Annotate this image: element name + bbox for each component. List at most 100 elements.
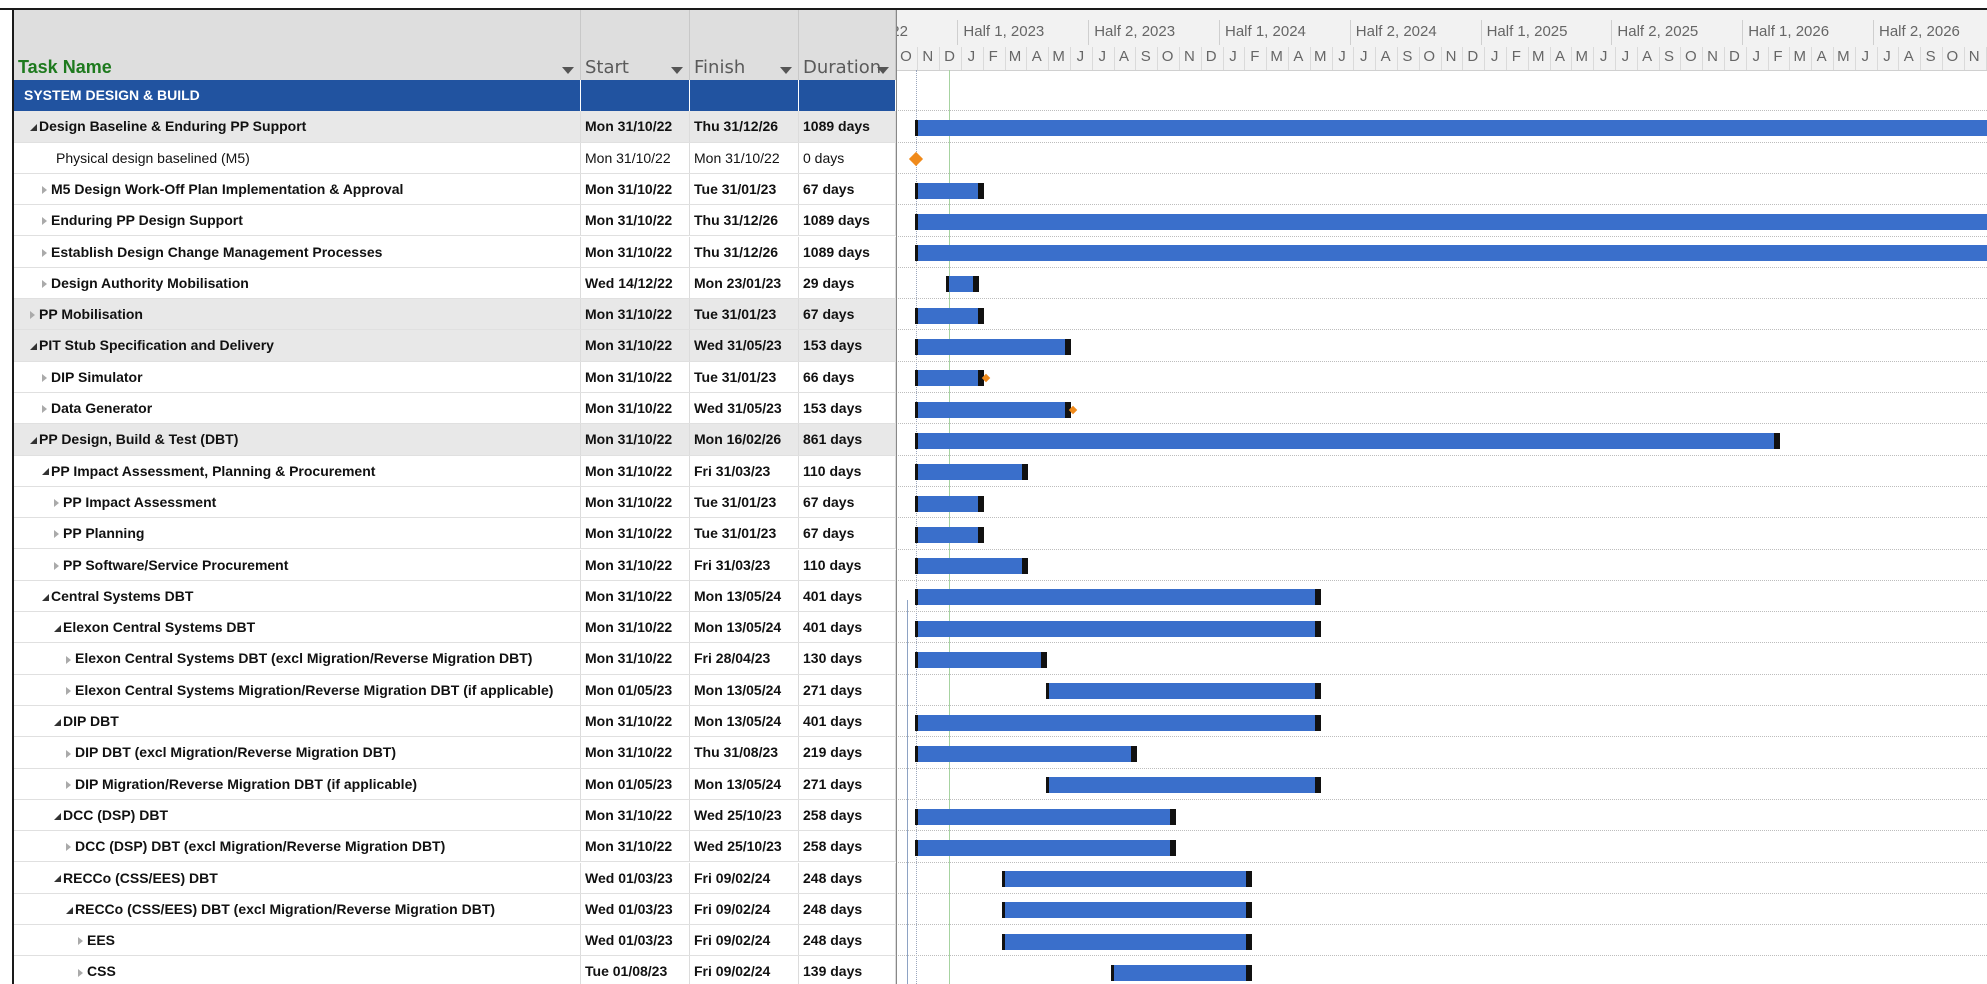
finish-date-cell[interactable]: Wed 31/05/23 (690, 393, 799, 424)
duration-cell[interactable]: 248 days (799, 925, 896, 956)
expand-triangle-icon[interactable] (42, 280, 47, 289)
start-date-cell[interactable]: Mon 31/10/22 (581, 486, 690, 518)
gantt-task-bar[interactable] (915, 558, 1025, 575)
task-name-cell[interactable]: DIP Simulator (14, 361, 581, 392)
gantt-task-bar[interactable] (947, 276, 976, 293)
table-row[interactable]: SYSTEM DESIGN & BUILD (14, 80, 896, 112)
duration-cell[interactable]: 66 days (799, 361, 896, 392)
task-name-cell[interactable]: Design Baseline & Enduring PP Support (14, 111, 581, 142)
finish-date-cell[interactable]: Wed 31/05/23 (690, 330, 799, 361)
start-date-cell[interactable]: Wed 14/12/22 (581, 267, 690, 299)
task-name-cell[interactable]: PP Mobilisation (14, 299, 581, 330)
finish-date-cell[interactable]: Mon 31/10/22 (690, 142, 799, 173)
start-date-cell[interactable]: Mon 31/10/22 (581, 580, 690, 612)
gantt-task-bar[interactable] (915, 526, 982, 543)
gantt-task-bar[interactable] (915, 808, 1174, 825)
finish-date-cell[interactable]: Tue 31/01/23 (690, 518, 799, 549)
start-date-cell[interactable]: Wed 01/03/23 (581, 893, 690, 925)
start-date-cell[interactable]: Mon 31/10/22 (581, 643, 690, 674)
table-row[interactable]: Design Authority Mobilisation Wed 14/12/2… (14, 267, 896, 300)
column-header-finish[interactable]: Finish (690, 10, 799, 80)
table-row[interactable]: Physical design baselined (M5) Mon 31/10/… (14, 142, 896, 174)
duration-cell[interactable]: 401 days (799, 612, 896, 643)
start-date-cell[interactable]: Mon 31/10/22 (581, 799, 690, 831)
task-name-cell[interactable]: Establish Design Change Management Proce… (14, 236, 581, 267)
gantt-task-bar[interactable] (915, 119, 1987, 136)
gantt-task-bar[interactable] (915, 182, 982, 199)
duration-cell[interactable]: 153 days (799, 330, 896, 361)
column-header-start[interactable]: Start (581, 10, 690, 80)
task-name-cell[interactable]: Elexon Central Systems Migration/Reverse… (14, 674, 581, 705)
collapse-triangle-icon[interactable] (30, 343, 37, 351)
start-date-cell[interactable]: Mon 31/10/22 (581, 205, 690, 236)
start-date-cell[interactable]: Mon 31/10/22 (581, 361, 690, 392)
table-row[interactable]: EES Wed 01/03/23 Fri 09/02/24 248 days (14, 925, 896, 957)
expand-triangle-icon[interactable] (66, 749, 71, 758)
start-date-cell[interactable]: Mon 01/05/23 (581, 674, 690, 705)
table-row[interactable]: Elexon Central Systems DBT (excl Migrati… (14, 643, 896, 675)
start-date-cell[interactable]: Mon 31/10/22 (581, 111, 690, 142)
duration-cell[interactable]: 110 days (799, 549, 896, 580)
task-name-cell[interactable]: RECCo (CSS/EES) DBT (excl Migration/Reve… (14, 893, 581, 925)
task-name-cell[interactable]: CSS (14, 956, 581, 984)
collapse-triangle-icon[interactable] (30, 124, 37, 132)
table-row[interactable]: DIP Migration/Reverse Migration DBT (if … (14, 768, 896, 800)
duration-cell[interactable]: 139 days (799, 956, 896, 984)
table-row[interactable]: Elexon Central Systems Migration/Reverse… (14, 674, 896, 706)
expand-triangle-icon[interactable] (54, 530, 59, 539)
gantt-task-bar[interactable] (1046, 777, 1318, 794)
column-header-task-name[interactable]: Task Name (14, 10, 581, 80)
finish-date-cell[interactable]: Thu 31/12/26 (690, 111, 799, 142)
finish-date-cell[interactable]: Fri 31/03/23 (690, 455, 799, 486)
table-row[interactable]: DIP Simulator Mon 31/10/22 Tue 31/01/23 66 … (14, 361, 896, 393)
finish-date-cell[interactable]: Mon 13/05/24 (690, 612, 799, 643)
finish-date-cell[interactable]: Thu 31/12/26 (690, 205, 799, 236)
duration-cell[interactable]: 248 days (799, 893, 896, 925)
task-name-cell[interactable]: RECCo (CSS/EES) DBT (14, 862, 581, 893)
start-date-cell[interactable]: Wed 01/03/23 (581, 862, 690, 893)
gantt-task-bar[interactable] (915, 213, 1987, 230)
start-date-cell[interactable]: Mon 31/10/22 (581, 549, 690, 580)
gantt-task-bar[interactable] (915, 307, 982, 324)
finish-date-cell[interactable]: Tue 31/01/23 (690, 173, 799, 205)
duration-cell[interactable]: 401 days (799, 706, 896, 737)
duration-cell[interactable]: 219 days (799, 737, 896, 768)
collapse-triangle-icon[interactable] (54, 718, 61, 726)
expand-triangle-icon[interactable] (42, 405, 47, 414)
table-row[interactable]: DCC (DSP) DBT Mon 31/10/22 Wed 25/10/23 258… (14, 799, 896, 832)
gantt-task-bar[interactable] (1003, 902, 1250, 919)
gantt-task-bar[interactable] (915, 745, 1134, 762)
task-name-cell[interactable]: Elexon Central Systems DBT (14, 612, 581, 643)
task-name-cell[interactable]: PP Impact Assessment (14, 486, 581, 518)
task-name-cell[interactable]: DIP DBT (excl Migration/Reverse Migratio… (14, 737, 581, 768)
expand-triangle-icon[interactable] (54, 499, 59, 508)
expand-triangle-icon[interactable] (30, 311, 35, 320)
task-name-cell[interactable]: Central Systems DBT (14, 580, 581, 612)
gantt-task-bar[interactable] (915, 370, 982, 387)
duration-cell[interactable]: 258 days (799, 799, 896, 831)
start-date-cell[interactable]: Mon 31/10/22 (581, 330, 690, 361)
table-row[interactable]: CSS Tue 01/08/23 Fri 09/02/24 139 days (14, 956, 896, 984)
expand-triangle-icon[interactable] (66, 780, 71, 789)
gantt-task-bar[interactable] (915, 464, 1025, 481)
collapse-triangle-icon[interactable] (30, 437, 37, 445)
start-date-cell[interactable]: Mon 31/10/22 (581, 737, 690, 768)
start-date-cell[interactable]: Mon 31/10/22 (581, 518, 690, 549)
start-date-cell[interactable]: Mon 31/10/22 (581, 612, 690, 643)
gantt-task-bar[interactable] (1003, 871, 1250, 888)
table-row[interactable]: Elexon Central Systems DBT Mon 31/10/22 Mo… (14, 612, 896, 644)
expand-triangle-icon[interactable] (66, 843, 71, 852)
start-date-cell[interactable]: Mon 31/10/22 (581, 393, 690, 424)
collapse-triangle-icon[interactable] (42, 593, 49, 601)
duration-cell[interactable]: 861 days (799, 424, 896, 455)
finish-date-cell[interactable]: Mon 16/02/26 (690, 424, 799, 455)
table-row[interactable]: Data Generator Mon 31/10/22 Wed 31/05/23 15… (14, 393, 896, 425)
expand-triangle-icon[interactable] (66, 655, 71, 664)
duration-cell[interactable]: 271 days (799, 768, 896, 799)
start-date-cell[interactable]: Mon 31/10/22 (581, 831, 690, 862)
gantt-task-bar[interactable] (915, 652, 1045, 669)
expand-triangle-icon[interactable] (42, 248, 47, 257)
finish-date-cell[interactable]: Fri 28/04/23 (690, 643, 799, 674)
task-name-cell[interactable]: DCC (DSP) DBT (excl Migration/Reverse Mi… (14, 831, 581, 862)
task-name-cell[interactable]: Physical design baselined (M5) (14, 142, 581, 173)
